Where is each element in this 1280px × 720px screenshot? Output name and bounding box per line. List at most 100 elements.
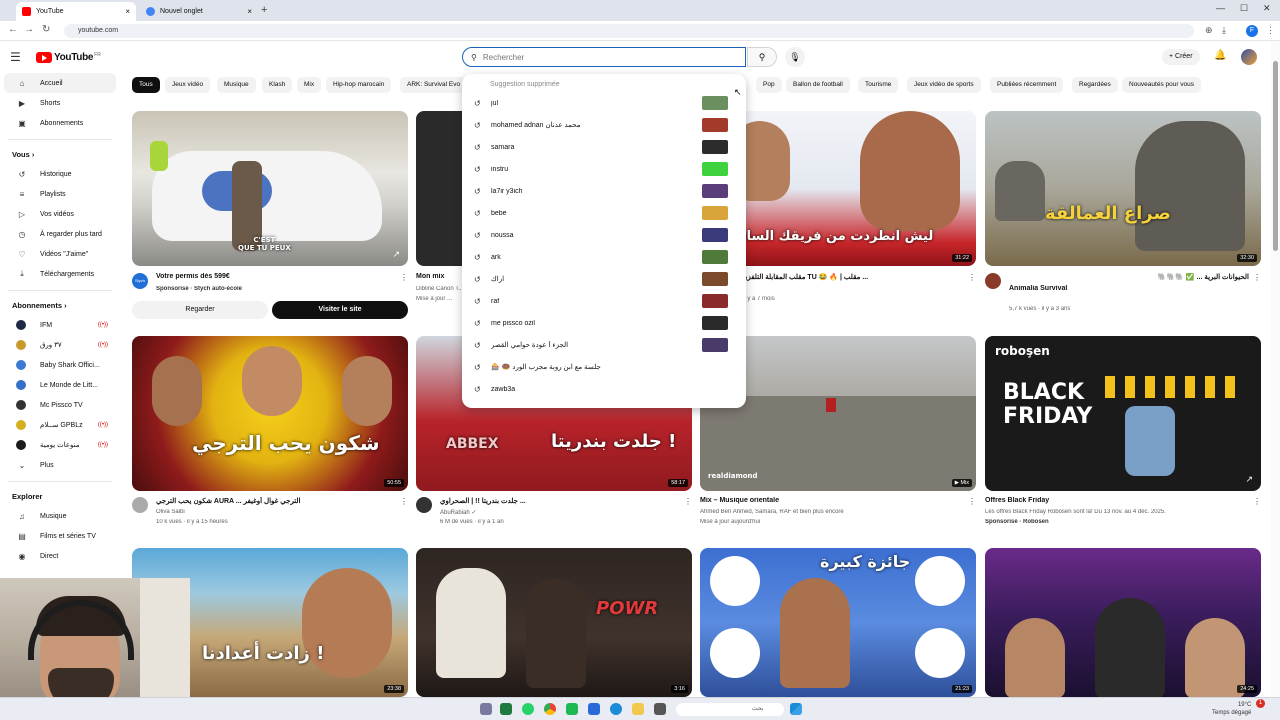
- windows-start-icon[interactable]: [790, 703, 802, 715]
- suggestion-item[interactable]: ↺ الجزء أ عودة حوامي القصر: [462, 334, 746, 356]
- more-options-icon[interactable]: ⋮: [1253, 273, 1261, 282]
- file-explorer-icon[interactable]: [632, 703, 644, 715]
- channel-name[interactable]: Animalia Survival: [1009, 285, 1249, 292]
- suggestion-item[interactable]: ↺ me pissco ozil: [462, 312, 746, 334]
- chip[interactable]: Jeux vidéo: [165, 77, 211, 93]
- more-options-icon[interactable]: ⋮: [968, 497, 976, 506]
- sidebar-item-channel[interactable]: Mc Pissco TV: [4, 395, 116, 415]
- more-options-icon[interactable]: ⋮: [400, 273, 408, 282]
- tab-youtube[interactable]: YouTube ×: [16, 2, 136, 21]
- close-tab-icon[interactable]: ×: [247, 7, 252, 16]
- sidebar-item-shorts[interactable]: ▶ Shorts: [4, 93, 116, 113]
- search-button[interactable]: ⚲: [747, 47, 777, 67]
- account-avatar[interactable]: [1241, 49, 1257, 65]
- sidebar-item-historique[interactable]: ↺ Historique: [4, 164, 116, 184]
- sidebar-item-channel[interactable]: منوعات يومية ((•)): [4, 435, 116, 455]
- video-thumbnail[interactable]: POWR 3:16: [416, 548, 692, 697]
- voice-search-button[interactable]: 🎙: [785, 47, 805, 67]
- download-icon[interactable]: ⤓: [1222, 25, 1226, 36]
- video-title[interactable]: الحيوانات البرية ... ✅ 🐘🐘🐘: [1009, 273, 1249, 281]
- video-card[interactable]: جائزة كبيرة 21:23: [700, 548, 976, 697]
- video-title[interactable]: جلدت بندريتا !! | الصحراوي ...: [440, 497, 680, 505]
- more-options-icon[interactable]: ⋮: [968, 273, 976, 282]
- chip[interactable]: Mix: [297, 77, 322, 93]
- browser-profile-avatar[interactable]: F: [1246, 25, 1258, 37]
- new-tab-button[interactable]: +: [261, 4, 267, 16]
- sidebar-item-channel[interactable]: ٣٧ ورق ((•)): [4, 335, 116, 355]
- sidebar-item-accueil[interactable]: ⌂ Accueil: [4, 73, 116, 93]
- channel-avatar[interactable]: Stych: [132, 273, 148, 289]
- suggestion-item[interactable]: ↺ 🎰 🍩 جلسة مع ابن روبة مجرب الورد: [462, 356, 746, 378]
- suggestion-item[interactable]: ↺ instru: [462, 158, 746, 180]
- chip[interactable]: Musique: [217, 77, 256, 93]
- video-thumbnail[interactable]: صراع العمالقة 32:30: [985, 111, 1261, 266]
- reload-icon[interactable]: ↻: [42, 24, 50, 35]
- video-thumbnail[interactable]: 24:25: [985, 548, 1261, 697]
- video-title[interactable]: Mix – Musique orientale: [700, 497, 960, 504]
- close-window-button[interactable]: ✕: [1263, 3, 1271, 14]
- create-button[interactable]: + Créer: [1162, 49, 1200, 65]
- settings-icon[interactable]: [480, 703, 492, 715]
- sidebar-item-playlists[interactable]: ≡ Playlists: [4, 184, 116, 204]
- app-icon[interactable]: [588, 703, 600, 715]
- edge-icon[interactable]: [610, 703, 622, 715]
- chip[interactable]: Publiées récemment: [990, 77, 1064, 93]
- chip[interactable]: Jeux vidéo de sports: [907, 77, 981, 93]
- sidebar-item-abonnements[interactable]: ▣ Abonnements: [4, 113, 116, 133]
- taskbar-search[interactable]: بحث: [676, 703, 784, 716]
- suggestion-item[interactable]: ↺ samara: [462, 136, 746, 158]
- visit-site-button[interactable]: Visiter le site: [272, 301, 408, 319]
- browser-menu-icon[interactable]: ⋮: [1266, 25, 1275, 36]
- forward-icon[interactable]: →: [24, 24, 34, 35]
- chip[interactable]: Klash: [262, 77, 293, 93]
- channel-avatar[interactable]: [416, 497, 432, 513]
- sidebar-item-channel[interactable]: Baby Shark Offici...: [4, 355, 116, 375]
- sidebar-item-liked[interactable]: ♡ Vidéos "J'aime": [4, 244, 116, 264]
- menu-icon[interactable]: ☰: [10, 50, 21, 64]
- scrollbar-thumb[interactable]: [1273, 61, 1278, 251]
- sidebar-item-music[interactable]: ♫ Musique: [4, 506, 116, 526]
- video-title[interactable]: Offres Black Friday: [985, 497, 1245, 504]
- video-title[interactable]: شكون يحب الترجي AURA ... الترجي غوال أوغ…: [156, 497, 396, 505]
- video-card[interactable]: صراع العمالقة 32:30 الحيوانات البرية ...…: [985, 111, 1261, 321]
- chip[interactable]: Pop: [756, 77, 782, 93]
- chrome-icon[interactable]: [544, 703, 556, 715]
- video-card-ad[interactable]: roboşen BLACK FRIDAY ↗ Offres Black Frid…: [985, 336, 1261, 536]
- url-input[interactable]: youtube.com: [64, 24, 1194, 38]
- search-box[interactable]: ⚲: [462, 47, 746, 67]
- video-card[interactable]: شكون يحب الترجي 50:55 شكون يحب الترجي AU…: [132, 336, 408, 536]
- youtube-logo[interactable]: YouTube FR: [36, 52, 101, 63]
- video-card[interactable]: 24:25: [985, 548, 1261, 697]
- chip[interactable]: Ballon de football: [786, 77, 850, 93]
- suggestion-item[interactable]: ↺ la7ir y3ich: [462, 180, 746, 202]
- app-icon[interactable]: [654, 703, 666, 715]
- app-icon[interactable]: [566, 703, 578, 715]
- video-thumbnail[interactable]: C'EST QUE TU PEUX ↗: [132, 111, 408, 266]
- sidebar-item-channel[interactable]: IFM ((•)): [4, 315, 116, 335]
- suggestion-item[interactable]: ↺ mohamed adnan محمد عدنان: [462, 114, 746, 136]
- video-title[interactable]: Votre permis dès 599€: [156, 273, 396, 280]
- suggestion-item[interactable]: ↺ ark: [462, 246, 746, 268]
- chip[interactable]: ARK: Survival Evo: [400, 77, 468, 93]
- channel-avatar[interactable]: [985, 273, 1001, 289]
- maximize-button[interactable]: ☐: [1240, 3, 1248, 14]
- sidebar-more-button[interactable]: ⌄ Plus: [4, 455, 116, 475]
- chip[interactable]: Hip-hop marocain: [326, 77, 392, 93]
- weather-widget[interactable]: 19°C Temps dégagé: [1212, 701, 1251, 717]
- video-card-ad[interactable]: C'EST QUE TU PEUX ↗ Stych Votre permis d…: [132, 111, 408, 321]
- back-icon[interactable]: ←: [8, 24, 18, 35]
- suggestion-item[interactable]: ↺ اراك: [462, 268, 746, 290]
- notification-badge[interactable]: 1: [1256, 699, 1265, 708]
- video-card[interactable]: POWR 3:16: [416, 548, 692, 697]
- close-tab-icon[interactable]: ×: [125, 7, 130, 16]
- sidebar-item-channel[interactable]: Le Monde de Litt...: [4, 375, 116, 395]
- more-options-icon[interactable]: ⋮: [1253, 497, 1261, 506]
- app-icon[interactable]: [500, 703, 512, 715]
- video-title[interactable]: Mon mix: [416, 273, 456, 280]
- sidebar-item-vos-videos[interactable]: ▷ Vos vidéos: [4, 204, 116, 224]
- video-thumbnail[interactable]: جائزة كبيرة 21:23: [700, 548, 976, 697]
- suggestion-item[interactable]: ↺ jul: [462, 92, 746, 114]
- more-options-icon[interactable]: ⋮: [400, 497, 408, 506]
- more-options-icon[interactable]: ⋮: [684, 497, 692, 506]
- minimize-button[interactable]: —: [1216, 3, 1225, 13]
